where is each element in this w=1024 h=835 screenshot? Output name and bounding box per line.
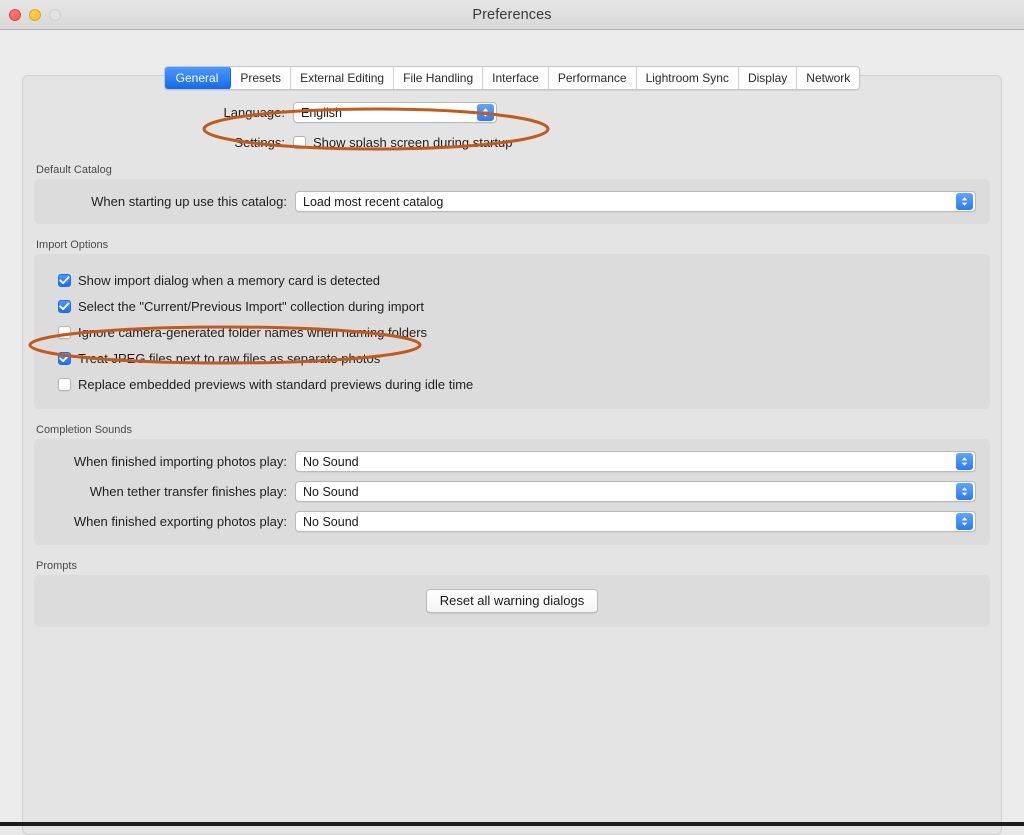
preferences-window: Preferences Language: English Settings: … bbox=[0, 0, 1024, 835]
prompts-group: Prompts Reset all warning dialogs bbox=[34, 560, 990, 627]
tab-performance[interactable]: Performance bbox=[548, 67, 637, 89]
default-catalog-label: When starting up use this catalog: bbox=[91, 194, 287, 209]
tether-sound-row: When tether transfer finishes play: No S… bbox=[48, 481, 976, 502]
import-option-row[interactable]: Replace embedded previews with standard … bbox=[34, 371, 990, 397]
import-option-row[interactable]: Ignore camera-generated folder names whe… bbox=[34, 319, 990, 345]
select-current-previous-import-label: Select the "Current/Previous Import" col… bbox=[78, 298, 424, 314]
treat-jpeg-separate-checkbox[interactable] bbox=[58, 351, 71, 365]
prompts-box: Reset all warning dialogs bbox=[34, 575, 990, 627]
default-catalog-box: When starting up use this catalog: Load … bbox=[34, 179, 990, 224]
default-catalog-select[interactable]: Load most recent catalog bbox=[295, 191, 976, 212]
chevron-updown-icon[interactable] bbox=[956, 193, 973, 210]
tab-file-handling[interactable]: File Handling bbox=[394, 67, 484, 89]
tether-sound-select[interactable]: No Sound bbox=[295, 481, 976, 502]
settings-label: Settings: bbox=[234, 135, 285, 150]
ignore-camera-folder-names-checkbox[interactable] bbox=[58, 325, 71, 339]
default-catalog-group: Default Catalog When starting up use thi… bbox=[34, 164, 990, 224]
export-sound-row: When finished exporting photos play: No … bbox=[48, 511, 976, 532]
replace-embedded-previews-checkbox[interactable] bbox=[58, 377, 71, 391]
chevron-updown-icon[interactable] bbox=[956, 513, 973, 530]
tab-presets[interactable]: Presets bbox=[231, 67, 292, 89]
import-option-row[interactable]: Select the "Current/Previous Import" col… bbox=[34, 293, 990, 319]
tab-general[interactable]: General bbox=[164, 67, 232, 89]
language-select[interactable]: English bbox=[293, 102, 497, 123]
treat-jpeg-separate-label: Treat JPEG files next to raw files as se… bbox=[78, 350, 381, 366]
reset-all-warning-dialogs-button[interactable]: Reset all warning dialogs bbox=[425, 589, 599, 613]
chevron-updown-icon[interactable] bbox=[956, 483, 973, 500]
tab-network[interactable]: Network bbox=[797, 67, 860, 89]
tab-interface[interactable]: Interface bbox=[483, 67, 549, 89]
window-body: Language: English Settings: Show splash … bbox=[0, 30, 1024, 835]
tether-sound-label: When tether transfer finishes play: bbox=[89, 484, 287, 499]
default-catalog-select-value: Load most recent catalog bbox=[303, 194, 444, 209]
window-titlebar: Preferences bbox=[0, 0, 1024, 30]
settings-row: Settings: Show splash screen during star… bbox=[23, 135, 1001, 150]
default-catalog-row: When starting up use this catalog: Load … bbox=[48, 191, 976, 212]
default-catalog-title: Default Catalog bbox=[36, 164, 112, 176]
completion-sounds-group: Completion Sounds When finished importin… bbox=[34, 424, 990, 545]
import-sound-row: When finished importing photos play: No … bbox=[48, 451, 976, 472]
replace-embedded-previews-label: Replace embedded previews with standard … bbox=[78, 376, 474, 392]
minimize-button-icon[interactable] bbox=[29, 8, 41, 21]
language-label: Language: bbox=[223, 105, 285, 120]
export-sound-label: When finished exporting photos play: bbox=[73, 514, 287, 529]
tether-sound-value: No Sound bbox=[303, 484, 359, 499]
chevron-updown-icon[interactable] bbox=[477, 104, 494, 121]
import-sound-select[interactable]: No Sound bbox=[295, 451, 976, 472]
preferences-tabbar: General Presets External Editing File Ha… bbox=[0, 66, 1024, 90]
preferences-content-panel: Language: English Settings: Show splash … bbox=[22, 75, 1002, 835]
close-button-icon[interactable] bbox=[9, 8, 21, 21]
language-row: Language: English bbox=[23, 102, 1001, 123]
tab-external-editing[interactable]: External Editing bbox=[291, 67, 395, 89]
zoom-button-icon bbox=[49, 8, 61, 21]
show-splash-screen-checkbox[interactable] bbox=[293, 136, 306, 149]
export-sound-value: No Sound bbox=[303, 514, 359, 529]
import-options-title: Import Options bbox=[36, 239, 109, 251]
select-current-previous-import-checkbox[interactable] bbox=[58, 299, 71, 313]
chevron-updown-icon[interactable] bbox=[956, 453, 973, 470]
tab-list: General Presets External Editing File Ha… bbox=[163, 66, 861, 90]
prompts-title: Prompts bbox=[36, 560, 77, 572]
window-title: Preferences bbox=[472, 6, 552, 23]
show-import-dialog-checkbox[interactable] bbox=[58, 273, 71, 287]
tab-lightroom-sync[interactable]: Lightroom Sync bbox=[636, 67, 739, 89]
import-options-box: Show import dialog when a memory card is… bbox=[34, 254, 990, 409]
window-traffic-lights bbox=[9, 0, 61, 29]
import-sound-label: When finished importing photos play: bbox=[73, 454, 287, 469]
import-sound-value: No Sound bbox=[303, 454, 359, 469]
completion-sounds-box: When finished importing photos play: No … bbox=[34, 439, 990, 545]
completion-sounds-title: Completion Sounds bbox=[36, 424, 133, 436]
import-option-row[interactable]: Show import dialog when a memory card is… bbox=[34, 267, 990, 293]
ignore-camera-folder-names-label: Ignore camera-generated folder names whe… bbox=[78, 324, 428, 340]
desktop-background-strip bbox=[0, 822, 1024, 826]
tab-display[interactable]: Display bbox=[738, 67, 798, 89]
import-option-row[interactable]: Treat JPEG files next to raw files as se… bbox=[34, 345, 990, 371]
export-sound-select[interactable]: No Sound bbox=[295, 511, 976, 532]
show-splash-screen-label: Show splash screen during startup bbox=[313, 135, 513, 150]
show-import-dialog-label: Show import dialog when a memory card is… bbox=[78, 272, 381, 288]
language-select-value: English bbox=[301, 105, 342, 120]
import-options-group: Import Options Show import dialog when a… bbox=[34, 239, 990, 409]
